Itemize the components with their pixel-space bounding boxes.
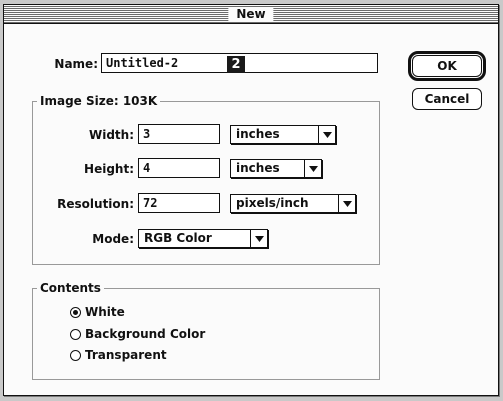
title-bar[interactable]: New [4, 5, 498, 24]
cancel-button[interactable]: Cancel [412, 88, 482, 110]
radio-option-transparent[interactable]: Transparent [70, 348, 167, 362]
chevron-down-icon [250, 230, 267, 247]
radio-label: Background Color [85, 327, 206, 341]
height-unit-dropdown[interactable]: inches [230, 159, 322, 178]
radio-button-icon [70, 328, 81, 340]
insertion-cursor-badge: 2 [227, 56, 245, 73]
resolution-field[interactable] [138, 193, 220, 213]
radio-label: White [85, 305, 125, 319]
chevron-down-icon [304, 160, 321, 177]
image-size-label: Image Size: 103K [37, 94, 161, 108]
mode-label: Mode: [92, 232, 134, 246]
width-unit-dropdown[interactable]: inches [230, 125, 336, 144]
resolution-label: Resolution: [57, 197, 134, 211]
width-unit-value: inches [236, 127, 280, 141]
mode-dropdown[interactable]: RGB Color [138, 229, 268, 248]
height-label: Height: [84, 162, 134, 176]
radio-option-white[interactable]: White [70, 305, 125, 319]
new-document-dialog: New Name: 2 OK Cancel Image Size: 103K W… [3, 4, 499, 396]
width-label: Width: [88, 128, 134, 142]
contents-label: Contents [37, 281, 104, 295]
name-label: Name: [54, 57, 98, 71]
height-field[interactable] [138, 158, 220, 178]
height-unit-value: inches [236, 161, 280, 175]
chevron-down-icon [318, 126, 335, 143]
resolution-unit-dropdown[interactable]: pixels/inch [230, 194, 356, 213]
width-field[interactable] [138, 124, 220, 144]
dialog-title: New [228, 7, 274, 21]
radio-option-background-color[interactable]: Background Color [70, 327, 205, 341]
radio-label: Transparent [85, 348, 167, 362]
radio-button-icon [70, 306, 81, 318]
resolution-unit-value: pixels/inch [236, 196, 309, 210]
ok-button[interactable]: OK [412, 55, 482, 77]
radio-button-icon [70, 349, 81, 361]
chevron-down-icon [338, 195, 355, 212]
mode-value: RGB Color [144, 231, 212, 245]
